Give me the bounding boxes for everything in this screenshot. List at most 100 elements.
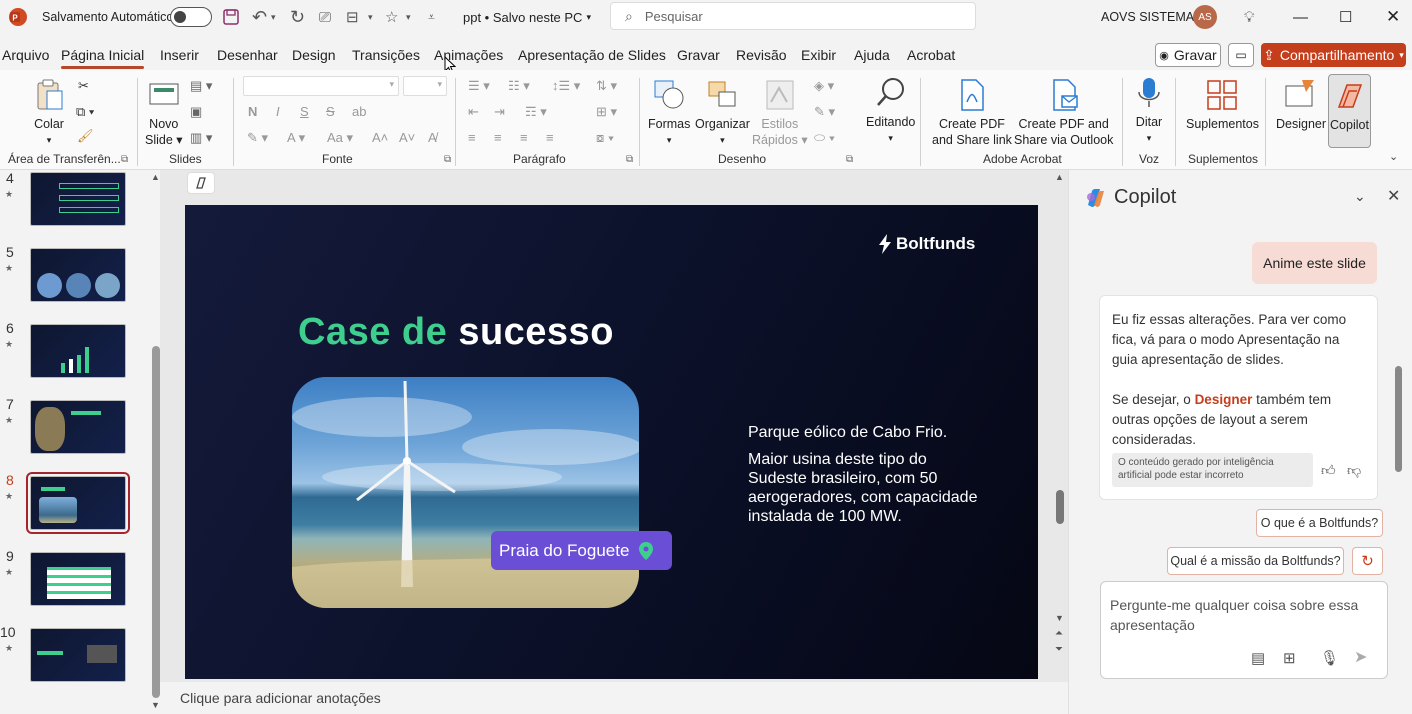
copilot-float-icon[interactable]: [187, 172, 215, 194]
minimize-button[interactable]: —: [1293, 0, 1308, 34]
highlight-color-icon[interactable]: ✎ ▾: [247, 130, 268, 146]
avatar[interactable]: AS: [1193, 0, 1217, 34]
new-slide-button[interactable]: Novo Slide ▾: [145, 78, 183, 148]
save-icon[interactable]: [222, 0, 240, 34]
clipboard-launcher-icon[interactable]: ⧉: [121, 154, 128, 165]
designer-button[interactable]: Designer: [1276, 78, 1326, 132]
section-icon[interactable]: ▥ ▾: [190, 130, 212, 146]
columns-icon[interactable]: ☶ ▾: [525, 104, 547, 120]
create-pdf-outlook-button[interactable]: Create PDF and Share via Outlook: [1014, 78, 1113, 148]
font-launcher-icon[interactable]: ⧉: [444, 154, 451, 165]
format-painter-icon[interactable]: 🖌︎: [77, 128, 94, 144]
search-box[interactable]: ⌕ Pesquisar: [610, 2, 976, 30]
tab-apresentacao[interactable]: Apresentação de Slides: [518, 47, 666, 63]
slide-canvas[interactable]: Boltfunds Case de sucesso Praia do Fogue…: [185, 205, 1038, 679]
quick-styles-button[interactable]: Estilos Rápidos ▾: [752, 78, 808, 148]
thumbs-up-icon[interactable]: 👍︎: [1321, 460, 1336, 480]
next-slide-icon[interactable]: ⏷: [1055, 644, 1063, 655]
shrink-font-icon[interactable]: A˅: [399, 130, 415, 145]
shapes-button[interactable]: Formas ▾: [648, 78, 690, 148]
layout-icon[interactable]: ▤ ▾: [190, 78, 212, 94]
align-center-icon[interactable]: ≡: [494, 130, 502, 145]
tab-ajuda[interactable]: Ajuda: [854, 47, 890, 63]
shape-icon[interactable]: ⊟: [346, 0, 359, 34]
refresh-suggestions-icon[interactable]: ↻: [1352, 547, 1383, 575]
slide-thumbnail-7[interactable]: [30, 400, 126, 454]
slide-thumbnail-9[interactable]: [30, 552, 126, 606]
designer-link[interactable]: Designer: [1195, 392, 1253, 407]
close-window-button[interactable]: ✕: [1386, 0, 1400, 34]
collapse-ribbon-icon[interactable]: ⌄: [1389, 150, 1398, 163]
customize-toolbar-icon[interactable]: ⩡: [428, 0, 435, 34]
editing-button[interactable]: Editando ▾: [866, 76, 915, 146]
font-family-dropdown[interactable]: ▾: [243, 76, 399, 96]
slide-scrollbar[interactable]: ▲ ▼ ⏶ ⏷: [1052, 170, 1068, 682]
tab-transicoes[interactable]: Transições: [352, 47, 420, 63]
line-spacing-icon[interactable]: ↕☰ ▾: [552, 78, 580, 94]
increase-indent-icon[interactable]: ⇥: [494, 104, 505, 120]
suggestion-chip-2[interactable]: Qual é a missão da Boltfunds?: [1167, 547, 1344, 575]
shape-dropdown-icon[interactable]: ▾: [368, 0, 373, 34]
drawing-launcher-icon[interactable]: ⧉: [846, 154, 853, 165]
underline-icon[interactable]: S: [300, 104, 309, 119]
copy-icon[interactable]: ⧉ ▾: [76, 104, 94, 120]
redo-icon[interactable]: ↻: [290, 0, 305, 34]
prev-slide-icon[interactable]: ⏶: [1055, 628, 1063, 639]
char-spacing-icon[interactable]: ab: [352, 104, 366, 119]
align-left-icon[interactable]: ≡: [468, 130, 476, 145]
document-title[interactable]: ppt • Salvo neste PC ▾: [463, 0, 591, 34]
tab-acrobat[interactable]: Acrobat: [907, 47, 955, 63]
shape-fill-icon[interactable]: ◈ ▾: [814, 78, 834, 94]
maximize-button[interactable]: ☐: [1339, 0, 1352, 34]
close-pane-icon[interactable]: ✕: [1387, 186, 1400, 206]
notes-pane[interactable]: Clique para adicionar anotações: [160, 682, 1068, 714]
paragraph-launcher-icon[interactable]: ⧉: [626, 154, 633, 165]
microphone-input-icon[interactable]: 🎙︎: [1320, 649, 1339, 669]
tab-arquivo[interactable]: Arquivo: [2, 47, 49, 63]
dictate-button[interactable]: Ditar ▾: [1132, 76, 1166, 146]
undo-dropdown-icon[interactable]: ▾: [271, 0, 276, 34]
highlight-icon[interactable]: ☆: [385, 0, 398, 34]
text-direction-icon[interactable]: ⇅ ▾: [596, 78, 617, 94]
tab-revisao[interactable]: Revisão: [736, 47, 787, 63]
slide-thumbnail-5[interactable]: [30, 248, 126, 302]
collapse-pane-icon[interactable]: ⌄: [1354, 188, 1366, 205]
prompt-guide-icon[interactable]: ▤: [1251, 649, 1265, 669]
arrange-button[interactable]: Organizar ▾: [695, 78, 750, 148]
copilot-input[interactable]: Pergunte-me qualquer coisa sobre essa ap…: [1100, 581, 1388, 679]
tab-exibir[interactable]: Exibir: [801, 47, 836, 63]
send-icon[interactable]: ➤: [1354, 648, 1367, 668]
strikethrough-icon[interactable]: S: [326, 104, 335, 119]
undo-icon[interactable]: ↶: [252, 0, 267, 34]
decrease-indent-icon[interactable]: ⇤: [468, 104, 479, 120]
tab-inserir[interactable]: Inserir: [160, 47, 199, 63]
align-text-icon[interactable]: ⊞ ▾: [596, 104, 617, 120]
attach-icon[interactable]: ⊞: [1283, 649, 1296, 669]
numbering-icon[interactable]: ☷ ▾: [508, 78, 530, 94]
present-icon[interactable]: ⎚: [319, 0, 331, 34]
bullets-icon[interactable]: ☰ ▾: [468, 78, 490, 94]
copilot-ribbon-button[interactable]: Copilot: [1328, 74, 1371, 148]
align-right-icon[interactable]: ≡: [520, 130, 528, 145]
suggestion-chip-1[interactable]: O que é a Boltfunds?: [1256, 509, 1383, 537]
shape-outline-icon[interactable]: ✎ ▾: [814, 104, 835, 120]
tab-design[interactable]: Design: [292, 47, 336, 63]
lightbulb-icon[interactable]: 💡︎: [1244, 0, 1255, 34]
bold-icon[interactable]: N: [248, 104, 257, 119]
change-case-icon[interactable]: Aa ▾: [327, 130, 353, 146]
justify-icon[interactable]: ≡: [546, 130, 554, 145]
tab-gravar[interactable]: Gravar: [677, 47, 720, 63]
italic-icon[interactable]: I: [276, 104, 280, 119]
share-button[interactable]: ⇪ Compartilhamento ▾: [1261, 43, 1406, 67]
cut-icon[interactable]: ✂: [78, 78, 89, 94]
slide-thumbnail-4[interactable]: [30, 172, 126, 226]
tab-pagina-inicial[interactable]: Página Inicial: [61, 47, 145, 69]
font-color-icon[interactable]: A ▾: [287, 130, 305, 146]
addins-button[interactable]: Suplementos: [1186, 78, 1259, 132]
slide-thumbnail-10[interactable]: [30, 628, 126, 682]
record-button[interactable]: ◉ Gravar: [1155, 43, 1221, 67]
autosave-toggle[interactable]: [170, 0, 212, 34]
slide-thumbnail-8[interactable]: [26, 472, 130, 534]
comments-button[interactable]: ▭: [1228, 43, 1254, 67]
slide-thumbnail-6[interactable]: [30, 324, 126, 378]
